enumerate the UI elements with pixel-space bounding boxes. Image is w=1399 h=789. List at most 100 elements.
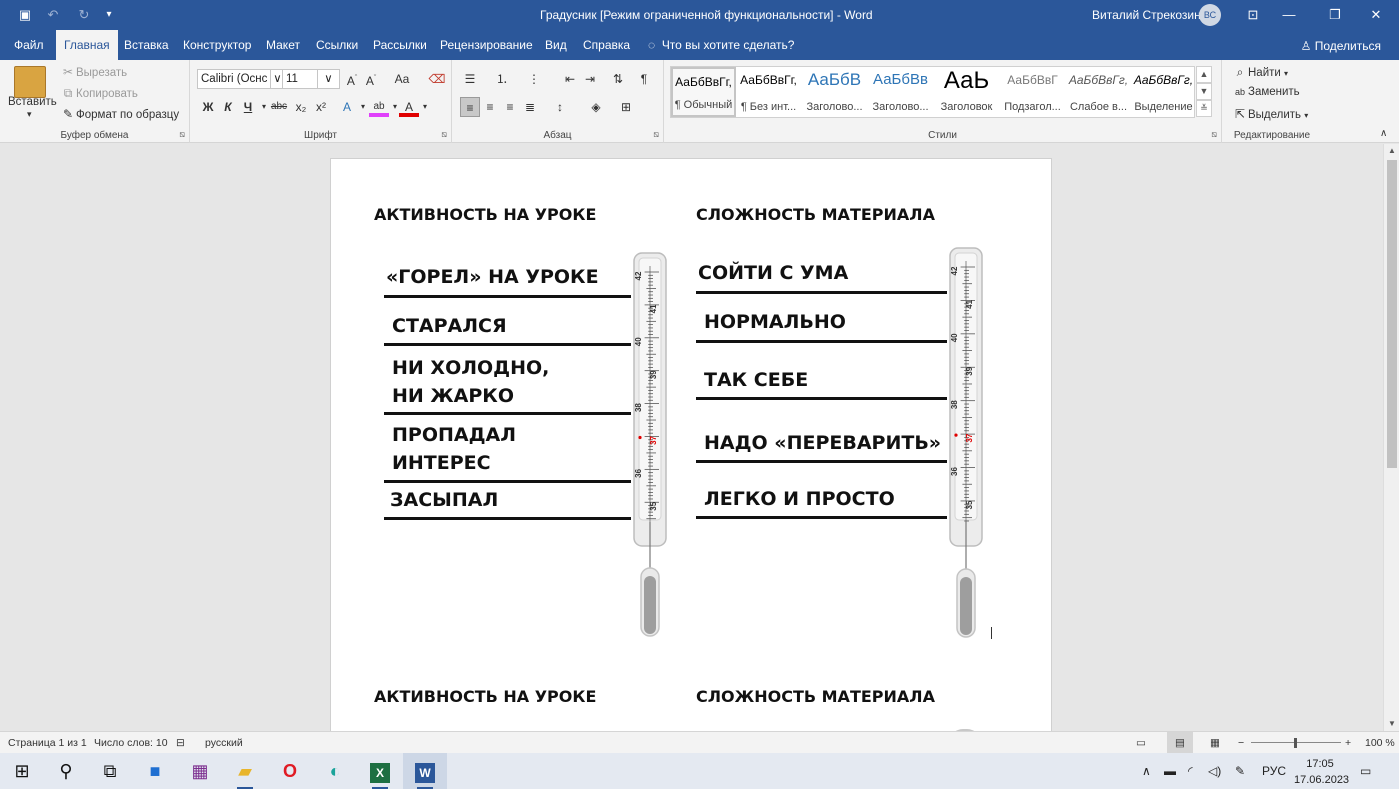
sort-icon[interactable]: ⇅ <box>608 69 628 89</box>
grow-font-icon[interactable]: Aˆ <box>342 69 362 89</box>
volume-icon[interactable]: ◁) <box>1208 753 1221 789</box>
page-count[interactable]: Страница 1 из 1 <box>8 732 87 754</box>
pen-icon[interactable]: ✎ <box>1235 753 1245 789</box>
word-count[interactable]: Число слов: 10 <box>94 732 168 754</box>
style-emphasis[interactable]: АаБбВвГг, Выделение <box>1131 67 1196 117</box>
wifi-icon[interactable]: ◜ <box>1188 753 1193 789</box>
font-size-select[interactable]: 11 <box>282 69 318 89</box>
align-left-icon[interactable]: ≡ <box>460 97 480 117</box>
styles-scroll-down-icon[interactable]: ▼ <box>1196 83 1212 100</box>
close-icon[interactable]: ✕ <box>1353 0 1399 30</box>
zoom-slider-thumb[interactable] <box>1294 738 1297 748</box>
font-launcher-icon[interactable]: ⧅ <box>441 129 447 140</box>
clock-date[interactable]: 17.06.2023 <box>1294 772 1349 788</box>
shading-icon[interactable]: ◈ <box>586 97 606 117</box>
change-case-button[interactable]: Aa <box>389 69 415 89</box>
print-layout-icon[interactable]: ▤ <box>1167 732 1193 754</box>
line-spacing-icon[interactable]: ↕ <box>550 97 570 117</box>
tell-me-search[interactable]: ◌ Что вы хотите сделать? <box>648 30 794 60</box>
scroll-down-icon[interactable]: ▼ <box>1384 717 1399 731</box>
clock-time[interactable]: 17:05 <box>1294 756 1346 772</box>
numbering-icon[interactable]: ⒈ <box>492 69 512 89</box>
avatar[interactable]: ВС <box>1199 4 1221 26</box>
document-page[interactable]: АКТИВНОСТЬ НА УРОКЕ СЛОЖНОСТЬ МАТЕРИАЛА … <box>330 158 1052 731</box>
align-center-icon[interactable]: ≡ <box>480 97 500 117</box>
subscript-button[interactable]: x₂ <box>291 97 311 117</box>
scroll-up-icon[interactable]: ▲ <box>1384 144 1399 158</box>
user-name[interactable]: Виталий Стрекозин <box>1092 0 1201 30</box>
italic-button[interactable]: К <box>218 97 238 117</box>
save-icon[interactable]: ▣ <box>15 5 35 25</box>
tab-review[interactable]: Рецензирование <box>432 30 541 60</box>
copy-button[interactable]: ⧉ Копировать <box>60 86 138 101</box>
input-language[interactable]: РУС <box>1262 753 1286 789</box>
clear-format-icon[interactable]: ⌫ <box>427 69 447 89</box>
zoom-level[interactable]: 100 % <box>1365 732 1395 754</box>
read-mode-icon[interactable]: ▭ <box>1136 732 1146 754</box>
style-heading-1[interactable]: АаБбВ Заголово... <box>802 67 867 117</box>
multilevel-list-icon[interactable]: ⋮ <box>524 69 544 89</box>
search-taskbar-icon[interactable]: ⚲ <box>44 753 88 789</box>
tab-file[interactable]: Файл <box>6 30 52 60</box>
font-family-select[interactable]: Calibri (Оснс <box>197 69 271 89</box>
style-subtle-emphasis[interactable]: АаБбВвГг, Слабое в... <box>1066 67 1131 117</box>
tray-expand-icon[interactable]: ∧ <box>1142 753 1151 789</box>
style-normal[interactable]: АаБбВвГг, ¶ Обычный <box>671 67 736 117</box>
style-heading-2[interactable]: АаБбВв Заголово... <box>868 67 933 117</box>
borders-icon[interactable]: ⊞ <box>616 97 636 117</box>
word-icon[interactable]: W <box>403 753 447 789</box>
tab-mailings[interactable]: Рассылки <box>365 30 435 60</box>
select-button[interactable]: ⇱ Выделить ▾ <box>1232 107 1308 121</box>
winrar-icon[interactable]: ▦ <box>178 753 222 789</box>
tab-layout[interactable]: Макет <box>258 30 308 60</box>
format-painter-button[interactable]: ✎ Формат по образцу <box>60 107 179 121</box>
superscript-button[interactable]: x² <box>311 97 331 117</box>
show-marks-icon[interactable]: ¶ <box>634 69 654 89</box>
styles-scroll-up-icon[interactable]: ▲ <box>1196 66 1212 83</box>
shrink-font-icon[interactable]: Aˇ <box>361 69 381 89</box>
proofing-icon[interactable]: ⊟ <box>176 732 185 754</box>
task-view-icon[interactable]: ⧉ <box>88 753 132 789</box>
tab-home[interactable]: Главная <box>56 30 118 60</box>
undo-icon[interactable]: ↶ <box>43 5 63 25</box>
collapse-ribbon-icon[interactable]: ∧ <box>1380 128 1387 139</box>
battery-icon[interactable]: ▬ <box>1164 753 1176 789</box>
align-right-icon[interactable]: ≡ <box>500 97 520 117</box>
start-icon[interactable]: ⊞ <box>0 753 44 789</box>
scroll-thumb[interactable] <box>1387 160 1397 468</box>
style-no-spacing[interactable]: АаБбВвГг, ¶ Без инт... <box>736 67 801 117</box>
increase-indent-icon[interactable]: ⇥ <box>580 69 600 89</box>
decrease-indent-icon[interactable]: ⇤ <box>560 69 580 89</box>
paragraph-launcher-icon[interactable]: ⧅ <box>653 129 659 140</box>
notifications-icon[interactable]: ▭ <box>1360 753 1371 789</box>
tab-view[interactable]: Вид <box>537 30 575 60</box>
minimize-icon[interactable]: — <box>1266 0 1312 30</box>
zoom-out-icon[interactable]: − <box>1238 732 1244 754</box>
zoom-in-icon[interactable]: + <box>1345 732 1351 754</box>
font-color-dropdown-icon[interactable]: ▾ <box>415 97 435 117</box>
redo-icon[interactable]: ↻ <box>74 5 94 25</box>
bold-button[interactable]: Ж <box>198 97 218 117</box>
store-icon[interactable]: ■ <box>133 753 177 789</box>
paste-dropdown-icon[interactable]: ▾ <box>27 109 32 120</box>
share-button[interactable]: ♙ Поделиться <box>1301 30 1381 60</box>
explorer-icon[interactable]: ▰ <box>223 753 267 789</box>
clipboard-launcher-icon[interactable]: ⧅ <box>179 129 185 140</box>
vertical-scrollbar[interactable]: ▲ ▼ <box>1383 144 1399 731</box>
paste-button[interactable]: Вставить <box>8 96 57 108</box>
excel-icon[interactable]: X <box>358 753 402 789</box>
strikethrough-button[interactable]: abc <box>269 97 289 117</box>
paste-icon[interactable] <box>14 66 46 98</box>
bullets-icon[interactable]: ☰ <box>460 69 480 89</box>
restore-icon[interactable]: ❐ <box>1312 0 1358 30</box>
find-button[interactable]: ⌕ Найти ▾ <box>1232 65 1288 80</box>
web-layout-icon[interactable]: ▦ <box>1210 732 1220 754</box>
style-subtitle[interactable]: АаБбВвГ Подзагол... <box>1000 67 1065 117</box>
customize-toolbar-icon[interactable]: ▾ <box>99 5 119 25</box>
tab-help[interactable]: Справка <box>575 30 638 60</box>
font-size-dropdown-icon[interactable]: ∨ <box>318 69 340 89</box>
cut-button[interactable]: ✂ Вырезать <box>60 65 127 79</box>
styles-more-icon[interactable]: ≚ <box>1196 100 1212 117</box>
tab-references[interactable]: Ссылки <box>308 30 366 60</box>
replace-button[interactable]: ab Заменить <box>1232 86 1300 98</box>
